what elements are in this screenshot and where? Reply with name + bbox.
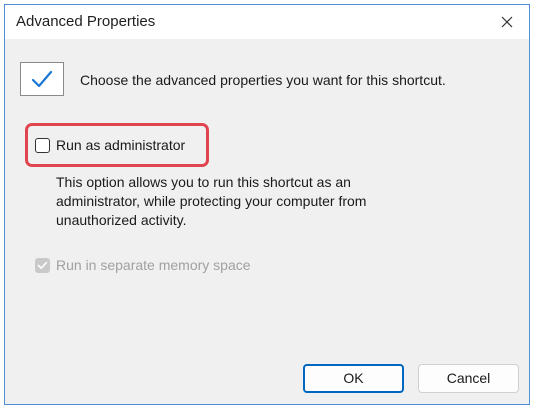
intro-text: Choose the advanced properties you want … bbox=[80, 72, 446, 88]
separate-memory-checkbox bbox=[35, 258, 50, 273]
check-icon bbox=[37, 261, 48, 269]
ok-button[interactable]: OK bbox=[303, 364, 404, 393]
title-bar: Advanced Properties bbox=[5, 5, 529, 39]
run-as-administrator-checkbox[interactable] bbox=[35, 138, 50, 153]
run-as-administrator-label[interactable]: Run as administrator bbox=[56, 137, 185, 153]
cancel-button[interactable]: Cancel bbox=[418, 364, 519, 393]
description-line: unauthorized activity. bbox=[56, 212, 187, 228]
dialog-title: Advanced Properties bbox=[16, 13, 156, 30]
admin-option-description: This option allows you to run this short… bbox=[56, 173, 416, 230]
close-icon bbox=[501, 16, 513, 28]
checkmark-icon bbox=[20, 62, 64, 96]
separate-memory-label: Run in separate memory space bbox=[56, 257, 251, 273]
description-line: This option allows you to run this short… bbox=[56, 174, 351, 190]
advanced-properties-dialog: Advanced Properties Choose the advanced … bbox=[4, 4, 530, 405]
close-button[interactable] bbox=[485, 5, 529, 39]
description-line: administrator, while protecting your com… bbox=[56, 193, 367, 209]
